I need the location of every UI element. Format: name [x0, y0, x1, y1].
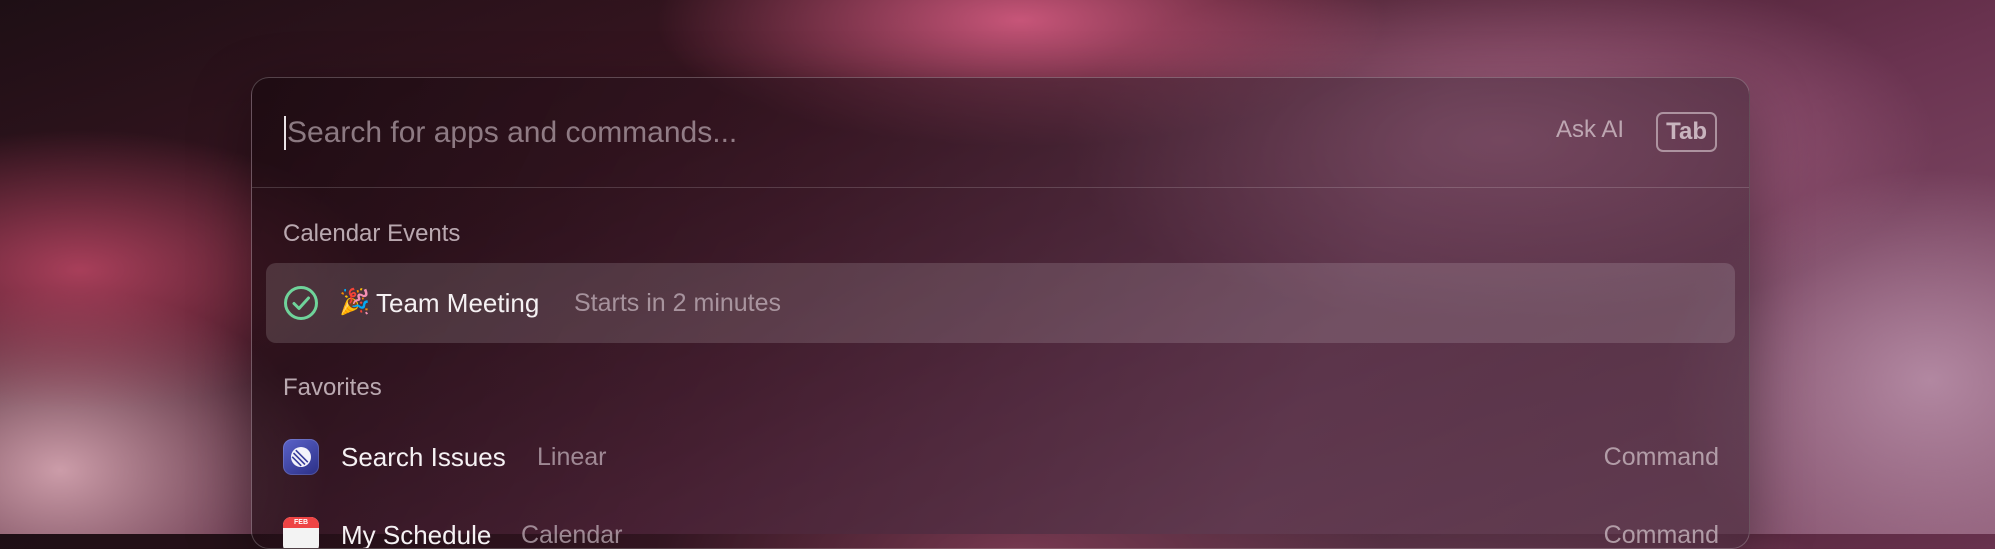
calendar-icon-month: FEB: [283, 517, 319, 528]
list-item-subtitle: Starts in 2 minutes: [574, 289, 782, 317]
check-circle-icon: [284, 286, 318, 320]
list-item-accessory: Command: [1603, 521, 1719, 549]
section-title-favorites: Favorites: [283, 374, 382, 401]
section-title-calendar-events: Calendar Events: [283, 220, 461, 247]
linear-icon: [283, 439, 319, 475]
ask-ai-button[interactable]: Ask AI: [1556, 116, 1624, 144]
search-bar: Ask AI Tab: [252, 78, 1749, 188]
text-caret: [284, 116, 286, 150]
list-item-accessory: Command: [1603, 443, 1719, 471]
list-item-subtitle: Calendar: [521, 521, 623, 549]
tab-key-hint: Tab: [1656, 112, 1717, 152]
list-item-title: Team Meeting: [376, 288, 540, 318]
list-item-title: My Schedule: [341, 520, 492, 549]
list-item-my-schedule[interactable]: FEB My Schedule Calendar Command: [266, 495, 1735, 549]
command-palette: Ask AI Tab Calendar Events 🎉 Team Meetin…: [251, 77, 1750, 549]
calendar-icon: FEB: [283, 517, 319, 548]
list-item-search-issues[interactable]: Search Issues Linear Command: [266, 417, 1735, 497]
search-input[interactable]: [287, 108, 1387, 158]
list-item-title: Search Issues: [341, 442, 506, 472]
list-item-subtitle: Linear: [537, 443, 607, 471]
party-popper-icon: 🎉: [339, 288, 371, 316]
list-item-team-meeting[interactable]: 🎉 Team Meeting Starts in 2 minutes: [266, 263, 1735, 343]
